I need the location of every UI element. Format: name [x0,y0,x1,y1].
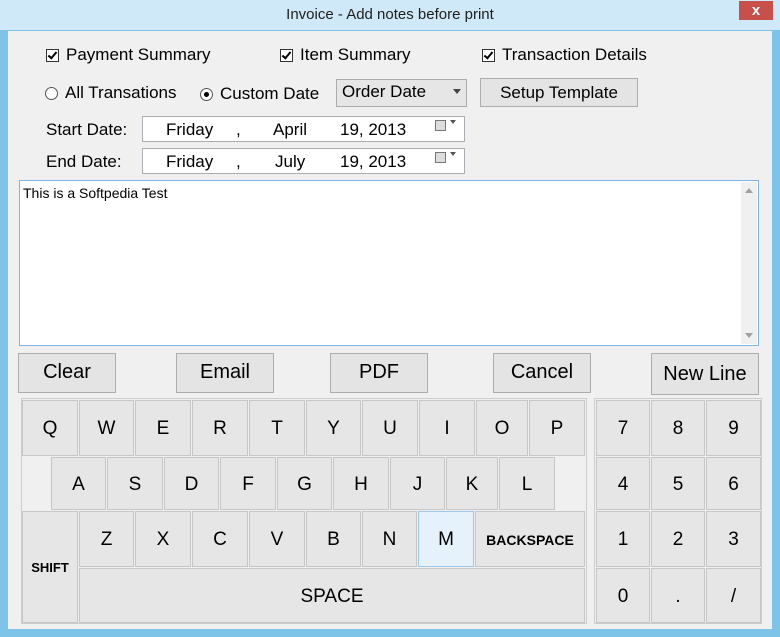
numpad-key-2[interactable]: 2 [651,511,705,567]
notes-scrollbar[interactable] [741,182,757,344]
date-type-select[interactable]: Order Date [336,79,467,107]
notes-text: This is a Softpedia Test [23,185,168,201]
all-transactions-label: All Transations [65,83,177,102]
numpad-key-dot[interactable]: . [651,568,705,623]
window-title: Invoice - Add notes before print [286,6,494,23]
key-e[interactable]: E [135,400,191,456]
cancel-button[interactable]: Cancel [493,353,591,393]
end-sep: , [236,152,241,171]
end-date-picker[interactable]: Friday , July 19, 2013 [142,148,465,174]
key-l[interactable]: L [499,457,555,510]
numpad-key-9[interactable]: 9 [706,400,761,456]
key-m[interactable]: M [418,511,474,567]
start-date-picker[interactable]: Friday , April 19, 2013 [142,116,465,142]
email-button[interactable]: Email [176,353,274,393]
key-y[interactable]: Y [306,400,361,456]
key-a[interactable]: A [51,457,106,510]
clear-button[interactable]: Clear [18,353,116,393]
key-r[interactable]: R [192,400,248,456]
key-u[interactable]: U [362,400,418,456]
chevron-down-icon [450,120,456,124]
chevron-down-icon [450,152,456,156]
end-date: 19, 2013 [340,152,407,171]
notes-textarea[interactable]: This is a Softpedia Test [19,180,759,346]
setup-template-button[interactable]: Setup Template [480,78,638,107]
checkbox-checked-icon [482,48,495,62]
key-p[interactable]: P [529,400,585,456]
all-transactions-radio[interactable]: All Transations [45,83,177,103]
key-f[interactable]: F [220,457,276,510]
key-s[interactable]: S [107,457,163,510]
key-v[interactable]: V [249,511,305,567]
numpad-key-5[interactable]: 5 [651,457,705,510]
scroll-down-icon[interactable] [745,333,753,338]
payment-summary-label: Payment Summary [66,45,211,64]
key-i[interactable]: I [419,400,475,456]
numpad-key-slash[interactable]: / [706,568,761,623]
key-d[interactable]: D [164,457,219,510]
key-b[interactable]: B [306,511,361,567]
numpad-key-8[interactable]: 8 [651,400,705,456]
custom-date-label: Custom Date [220,84,320,103]
key-z[interactable]: Z [79,511,134,567]
key-k[interactable]: K [446,457,498,510]
end-date-label: End Date: [46,152,122,171]
key-w[interactable]: W [79,400,134,456]
checkbox-checked-icon [280,48,293,62]
shift-key[interactable]: SHIFT [22,511,78,623]
payment-summary-checkbox[interactable]: Payment Summary [46,45,211,65]
key-x[interactable]: X [135,511,191,567]
numpad-key-1[interactable]: 1 [596,511,650,567]
item-summary-label: Item Summary [300,45,411,64]
numpad-key-0[interactable]: 0 [596,568,650,623]
key-n[interactable]: N [362,511,417,567]
transaction-details-label: Transaction Details [502,45,647,64]
end-month: July [275,152,306,171]
radio-selected-icon [200,87,213,101]
numpad-key-7[interactable]: 7 [596,400,650,456]
pdf-button[interactable]: PDF [330,353,428,393]
key-o[interactable]: O [476,400,528,456]
start-date-label: Start Date: [46,120,128,139]
numpad-key-3[interactable]: 3 [706,511,761,567]
numpad-key-6[interactable]: 6 [706,457,761,510]
start-sep: , [236,120,241,139]
custom-date-radio[interactable]: Custom Date [200,84,319,104]
new-line-button[interactable]: New Line [651,353,759,395]
item-summary-checkbox[interactable]: Item Summary [280,45,411,65]
calendar-icon [435,120,446,131]
checkbox-checked-icon [46,48,59,62]
key-h[interactable]: H [333,457,389,510]
key-j[interactable]: J [390,457,445,510]
close-button[interactable]: x [739,1,773,20]
transaction-details-checkbox[interactable]: Transaction Details [482,45,647,65]
chevron-down-icon [453,89,461,94]
space-key[interactable]: SPACE [79,568,585,623]
key-t[interactable]: T [249,400,305,456]
end-day: Friday [166,152,214,171]
key-g[interactable]: G [277,457,332,510]
start-month: April [273,120,308,139]
start-day: Friday [166,120,214,139]
key-q[interactable]: Q [22,400,78,456]
calendar-icon [435,152,446,163]
key-c[interactable]: C [192,511,248,567]
date-type-value: Order Date [342,82,427,101]
numpad-key-4[interactable]: 4 [596,457,650,510]
backspace-key[interactable]: BACKSPACE [475,511,585,567]
start-date: 19, 2013 [340,120,407,139]
scroll-up-icon[interactable] [745,188,753,193]
radio-icon [45,86,58,100]
